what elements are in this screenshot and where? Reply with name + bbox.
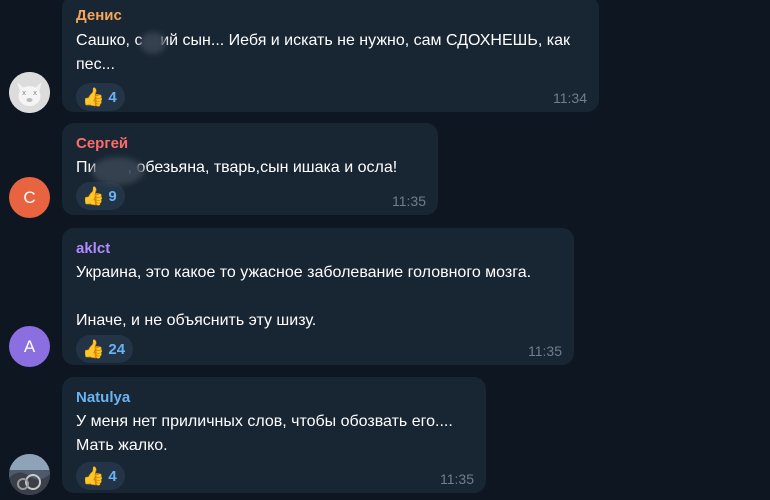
message-text: Украина, это какое то ужасное заболевани… bbox=[76, 264, 532, 329]
reaction-count: 9 bbox=[108, 187, 117, 205]
reaction-button[interactable]: 👍 9 bbox=[76, 182, 125, 210]
sender-name[interactable]: aklct bbox=[76, 240, 560, 258]
thumbs-up-icon: 👍 bbox=[82, 186, 105, 206]
message-bubble[interactable]: Natulya У меня нет приличных слов, чтобы… bbox=[62, 377, 486, 493]
message-time: 11:35 bbox=[528, 343, 562, 359]
reaction-count: 24 bbox=[108, 340, 126, 358]
photo-avatar-icon[interactable] bbox=[9, 454, 50, 495]
reaction-button[interactable]: 👍 4 bbox=[76, 462, 125, 490]
message-bubble[interactable]: aklct Украина, это какое то ужасное забо… bbox=[62, 228, 574, 365]
avatar-letter: С bbox=[23, 187, 36, 207]
sender-name[interactable]: Natulya bbox=[76, 389, 472, 407]
message-bubble[interactable]: Денис Сашко, с ий сын... Иебя и искать н… bbox=[62, 0, 599, 112]
thumbs-up-icon: 👍 bbox=[82, 466, 105, 486]
message-time: 11:34 bbox=[553, 90, 587, 106]
message-time: 11:35 bbox=[392, 193, 426, 209]
sender-name[interactable]: Сергей bbox=[76, 135, 424, 153]
reaction-button[interactable]: 👍 24 bbox=[76, 335, 134, 363]
thumbs-up-icon: 👍 bbox=[82, 339, 105, 359]
redaction-blur bbox=[92, 157, 144, 185]
message-time: 11:35 bbox=[440, 471, 474, 487]
svg-text:x: x bbox=[33, 89, 37, 97]
thumbs-up-icon: 👍 bbox=[82, 87, 105, 107]
sender-name[interactable]: Денис bbox=[76, 7, 585, 25]
avatar-letter: A bbox=[23, 336, 36, 356]
dog-face-avatar-icon[interactable]: x x bbox=[9, 72, 50, 113]
redaction-blur bbox=[140, 32, 166, 54]
chat-history: Денис Сашко, с ий сын... Иебя и искать н… bbox=[0, 0, 770, 500]
reaction-button[interactable]: 👍 4 bbox=[76, 83, 125, 111]
message-text: У меня нет приличных слов, чтобы обозват… bbox=[76, 413, 453, 454]
message-bubble[interactable]: Сергей Пи , обезьяна, тварь,сын ишака и … bbox=[62, 123, 438, 215]
reaction-count: 4 bbox=[108, 88, 117, 106]
avatar[interactable]: С bbox=[9, 177, 50, 218]
avatar[interactable]: A bbox=[9, 326, 50, 367]
reaction-count: 4 bbox=[108, 467, 117, 485]
svg-text:x: x bbox=[22, 89, 26, 97]
